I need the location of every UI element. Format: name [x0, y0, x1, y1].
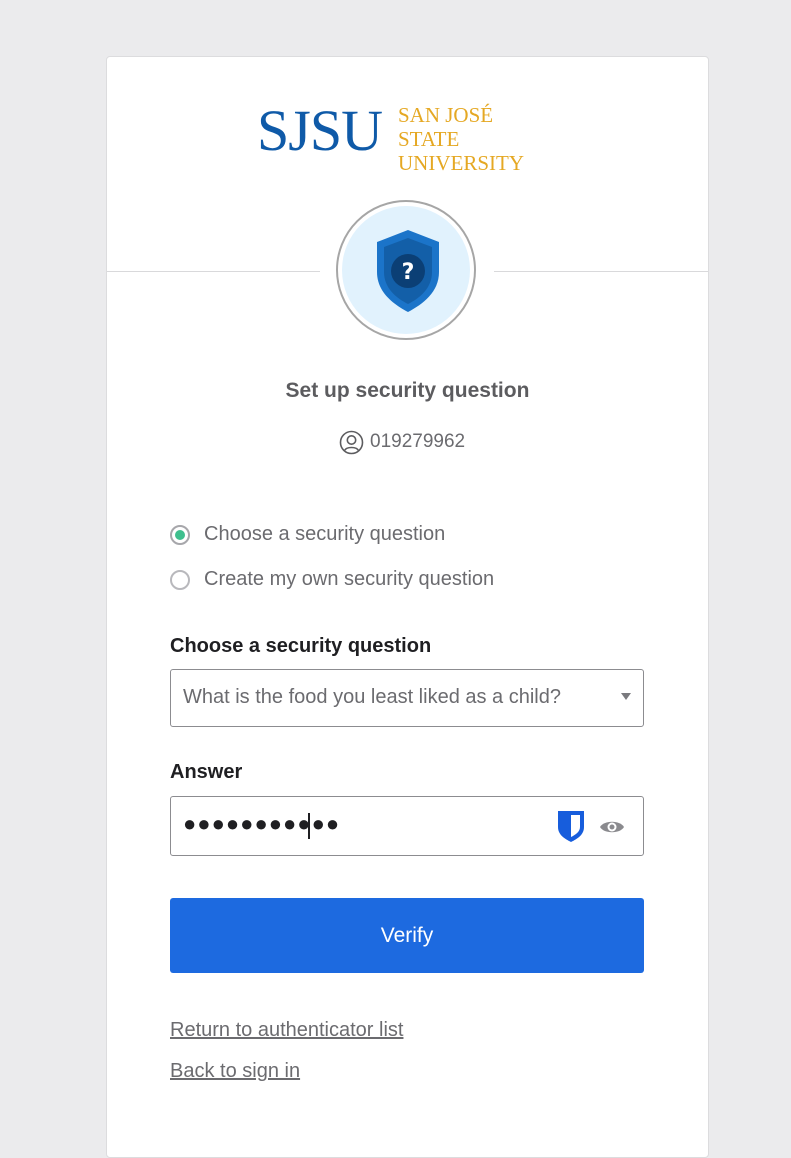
logo-line-2: UNIVERSITY: [398, 151, 524, 175]
svg-text:?: ?: [402, 260, 415, 285]
radio-choose-question[interactable]: Choose a security question: [170, 523, 445, 546]
security-question-select[interactable]: What is the food you least liked as a ch…: [170, 669, 644, 727]
eye-icon[interactable]: [599, 819, 625, 835]
header-divider-right: [494, 271, 708, 272]
header-divider-left: [107, 271, 320, 272]
shield-question-icon: ?: [377, 230, 439, 312]
radio-label: Choose a security question: [204, 523, 446, 545]
back-to-sign-in-link[interactable]: Back to sign in: [170, 1060, 300, 1083]
user-id-text: 019279962: [370, 431, 466, 452]
selected-question: What is the food you least liked as a ch…: [183, 686, 561, 708]
question-select-label: Choose a security question: [170, 635, 432, 657]
radio-create-own-question[interactable]: Create my own security question: [170, 568, 494, 591]
logo-wordmark: SAN JOSÉ STATE UNIVERSITY: [398, 103, 557, 175]
auth-card: SJSU SAN JOSÉ STATE UNIVERSITY ? Set up …: [106, 56, 709, 1158]
logo-mark: SJSU: [257, 98, 383, 163]
radio-button-selected[interactable]: [170, 524, 190, 545]
return-to-authenticator-list-link[interactable]: Return to authenticator list: [170, 1019, 403, 1042]
bitwarden-shield-icon[interactable]: [556, 809, 586, 843]
verify-button[interactable]: Verify: [170, 898, 644, 973]
user-circle-icon: [339, 430, 364, 454]
radio-label: Create my own security question: [204, 568, 495, 590]
sjsu-logo: SJSU SAN JOSÉ STATE UNIVERSITY: [257, 98, 557, 176]
text-cursor: [308, 813, 310, 839]
chevron-down-icon: [621, 693, 631, 700]
answer-masked-value: ●●●●●●●●●●●: [183, 811, 341, 836]
user-identifier: 019279962: [339, 429, 465, 455]
logo-line-1: SAN JOSÉ STATE: [398, 103, 494, 151]
answer-label: Answer: [170, 761, 243, 783]
page-title: Set up security question: [285, 379, 530, 402]
radio-button[interactable]: [170, 569, 190, 590]
authenticator-badge: ?: [336, 200, 476, 340]
answer-input[interactable]: ●●●●●●●●●●●: [170, 796, 644, 856]
